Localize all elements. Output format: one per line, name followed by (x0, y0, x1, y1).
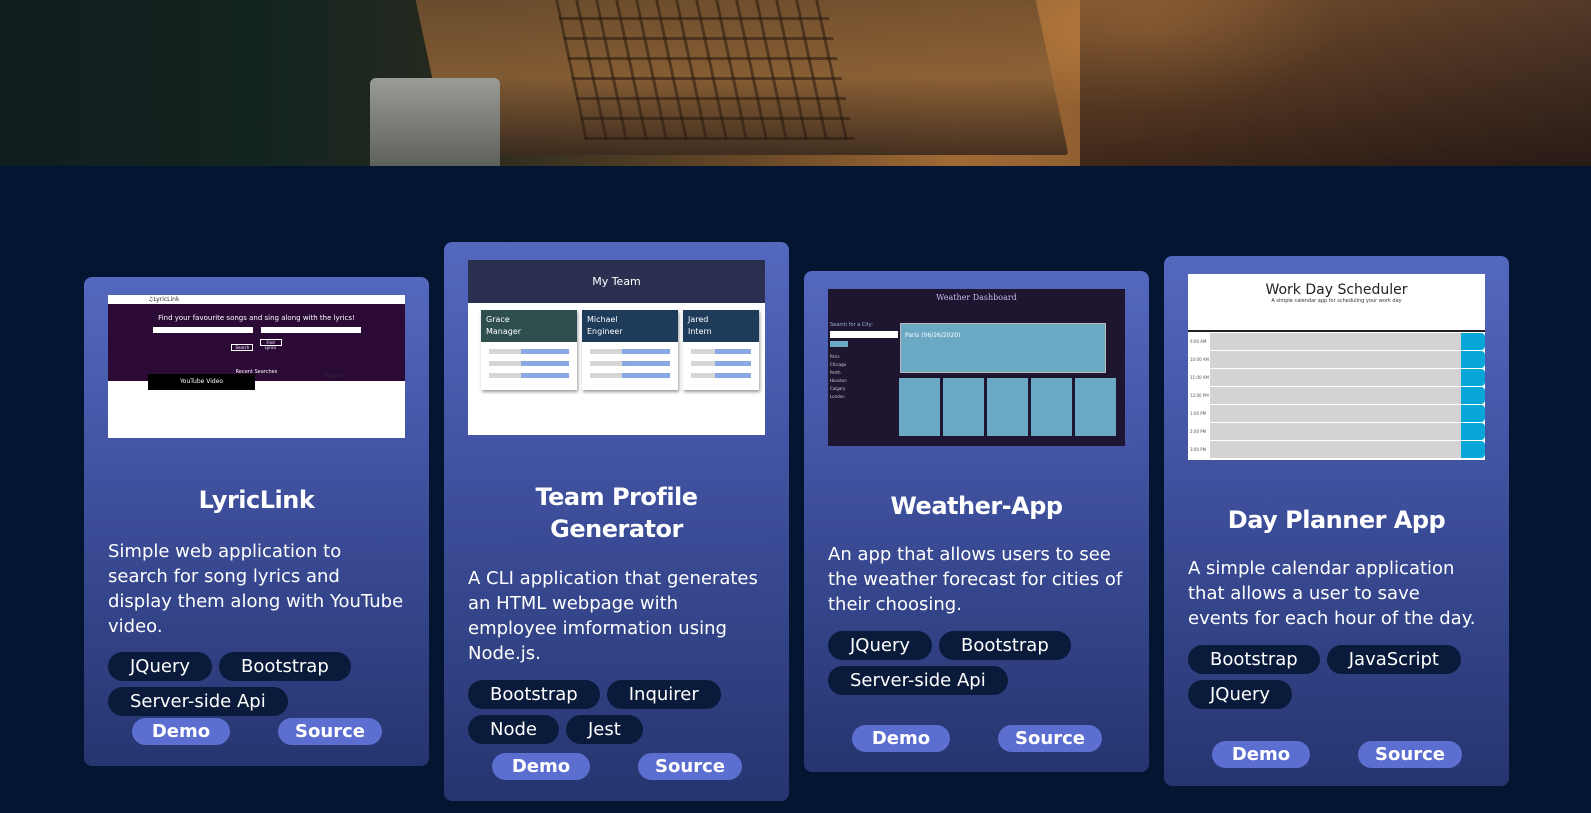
tag-list: Bootstrap Inquirer Node Jest (468, 680, 765, 744)
card-actions: Demo Source (444, 753, 789, 782)
project-screenshot: My Team Grace Manager Michael Engineer J… (468, 260, 765, 435)
tag: JQuery (108, 652, 213, 681)
hero-keyboard (555, 0, 855, 140)
thumb-inputs (108, 322, 405, 335)
tag: JQuery (1188, 680, 1293, 709)
thumb-member-name: Michael (587, 315, 618, 324)
hero-device (370, 78, 500, 166)
thumb-member-role: Manager (486, 327, 522, 336)
thumb-search-band: Find your favourite songs and sing along… (108, 304, 405, 370)
tag-list: JQuery Bootstrap Server-side Api (108, 652, 405, 716)
project-screenshot: ♫LyricLink Find your favourite songs and… (108, 295, 405, 438)
thumb-subtitle: A simple calendar app for scheduling you… (1271, 298, 1402, 304)
thumb-member-name: Grace (486, 315, 510, 324)
tag: JQuery (828, 631, 933, 660)
tag: Bootstrap (939, 631, 1071, 660)
demo-button[interactable]: Demo (1212, 741, 1310, 768)
card-actions: Demo Source (84, 718, 429, 747)
tag: Bootstrap (219, 652, 351, 681)
thumb-logo: ♫LyricLink (108, 295, 405, 304)
card-actions: Demo Source (804, 725, 1149, 754)
thumb-member-card: Grace Manager (481, 310, 577, 390)
thumb-forecast (899, 378, 1116, 436)
project-card-team-profile: My Team Grace Manager Michael Engineer J… (444, 242, 789, 801)
thumb-search-button: Search (231, 344, 254, 351)
demo-button[interactable]: Demo (132, 718, 230, 745)
thumb-team-cards: Grace Manager Michael Engineer Jared Int… (468, 303, 765, 390)
thumb-header: Work Day Scheduler (1265, 282, 1408, 298)
thumb-video: YouTube Video (148, 374, 255, 390)
source-button[interactable]: Source (638, 753, 742, 780)
project-card-day-planner: Work Day Scheduler A simple calendar app… (1164, 256, 1509, 786)
tag: Server-side Api (108, 687, 288, 716)
demo-button[interactable]: Demo (492, 753, 590, 780)
thumb-member-card: Michael Engineer (582, 310, 678, 390)
thumb-member-card: Jared Intern (683, 310, 759, 390)
project-description: Simple web application to search for son… (108, 541, 404, 637)
demo-button[interactable]: Demo (852, 725, 950, 752)
thumb-search-panel: Search for a City: Paris Chicago Perth H… (830, 321, 898, 401)
thumb-headline: Find your favourite songs and sing along… (158, 314, 355, 322)
thumb-buttons: Search Find Lyrics (108, 335, 405, 351)
card-actions: Demo Source (1164, 741, 1509, 770)
thumb-header: My Team (468, 260, 765, 303)
source-button[interactable]: Source (998, 725, 1102, 752)
thumb-hour-rows: 9:00 AM 10:00 AM 11:00 AM 12:00 PM 1:00 … (1188, 332, 1485, 458)
project-title: Weather-App (890, 492, 1063, 520)
project-description: An app that allows users to see the weat… (828, 544, 1123, 615)
project-screenshot: Work Day Scheduler A simple calendar app… (1188, 274, 1485, 460)
project-description: A CLI application that generates an HTML… (468, 568, 758, 664)
tag: Bootstrap (1188, 645, 1320, 674)
hero-banner-image (0, 0, 1591, 166)
tag-list: JQuery Bootstrap Server-side Api (828, 631, 1125, 695)
project-title: Day Planner App (1227, 506, 1446, 534)
source-button[interactable]: Source (278, 718, 382, 745)
project-card-lyriclink: ♫LyricLink Find your favourite songs and… (84, 277, 429, 766)
thumb-current-weather: Paris (06/26/2020) (900, 323, 1106, 373)
tag: Inquirer (606, 680, 721, 709)
thumb-search-label: Search for a City: (830, 322, 874, 328)
tag-list: Bootstrap JavaScript JQuery (1188, 645, 1485, 709)
tag: Server-side Api (828, 666, 1008, 695)
thumb-member-role: Intern (688, 327, 712, 336)
tag: Jest (565, 715, 643, 744)
project-card-weather: Weather Dashboard Search for a City: Par… (804, 271, 1149, 772)
project-title: Team Profile Generator (535, 483, 698, 543)
thumb-find-button: Find Lyrics (259, 339, 282, 350)
project-title: LyricLink (198, 486, 315, 514)
project-screenshot: Weather Dashboard Search for a City: Par… (828, 289, 1125, 446)
source-button[interactable]: Source (1358, 741, 1462, 768)
thumb-lyrics: The Lyrics (323, 373, 343, 378)
thumb-header: Weather Dashboard (936, 293, 1017, 302)
tag: Node (468, 715, 559, 744)
hero-glow (1080, 0, 1591, 166)
project-description: A simple calendar application that allow… (1188, 558, 1476, 629)
tag: JavaScript (1326, 645, 1461, 674)
tag: Bootstrap (468, 680, 600, 709)
thumb-member-role: Engineer (587, 327, 623, 336)
thumb-member-name: Jared (688, 315, 709, 324)
